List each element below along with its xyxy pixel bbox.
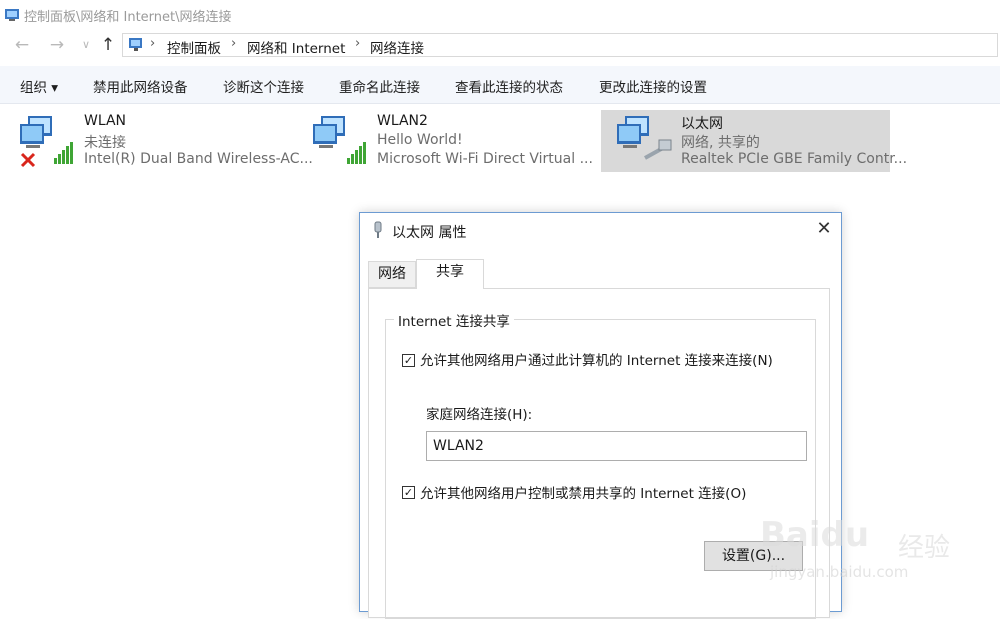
up-arrow-icon[interactable]: ↑ bbox=[96, 33, 120, 57]
command-bar: 组织 ▾ 禁用此网络设备 诊断这个连接 重命名此连接 查看此连接的状态 更改此连… bbox=[0, 66, 1000, 104]
ethernet-plug-icon bbox=[374, 221, 382, 238]
allow-control-checkbox[interactable]: ✓ bbox=[402, 486, 415, 499]
breadcrumb-separator: › bbox=[150, 36, 156, 51]
rename-button[interactable]: 重命名此连接 bbox=[339, 76, 420, 96]
connection-device: Realtek PCIe GBE Family Contr... bbox=[681, 151, 908, 167]
home-network-label: 家庭网络连接(H): bbox=[426, 407, 533, 423]
window-title-bar: 控制面板\网络和 Internet\网络连接 bbox=[0, 0, 1000, 30]
connection-name: WLAN2 bbox=[377, 113, 428, 129]
connection-status: Hello World! bbox=[377, 132, 463, 148]
watermark-brand-cn: 经验 bbox=[898, 533, 951, 563]
close-icon[interactable]: ✕ bbox=[812, 217, 836, 241]
navigation-bar: ← → ∨ ↑ › 控制面板 › 网络和 Internet › 网络连接 bbox=[0, 31, 1000, 61]
diagnose-button[interactable]: 诊断这个连接 bbox=[223, 76, 304, 96]
breadcrumb-network-internet[interactable]: 网络和 Internet bbox=[247, 37, 345, 57]
network-folder-icon bbox=[129, 38, 142, 51]
connection-tile-wlan[interactable]: WLAN 未连接 Intel(R) Dual Band Wireless-AC.… bbox=[4, 110, 313, 172]
group-label: Internet 连接共享 bbox=[394, 310, 514, 330]
watermark-brand: Baidu bbox=[760, 515, 870, 555]
breadcrumb-control-panel[interactable]: 控制面板 bbox=[167, 37, 221, 57]
change-settings-button[interactable]: 更改此连接的设置 bbox=[599, 76, 707, 96]
address-bar[interactable]: › 控制面板 › 网络和 Internet › 网络连接 bbox=[122, 33, 998, 57]
breadcrumb-network-connections[interactable]: 网络连接 bbox=[370, 37, 424, 57]
watermark-url: jingyan.baidu.com bbox=[770, 563, 909, 581]
tab-network[interactable]: 网络 bbox=[368, 261, 416, 288]
home-network-select[interactable]: WLAN2 bbox=[426, 431, 807, 461]
connection-device: Microsoft Wi-Fi Direct Virtual ... bbox=[377, 151, 593, 167]
ethernet-network-icon bbox=[617, 116, 672, 160]
view-status-button[interactable]: 查看此连接的状态 bbox=[455, 76, 563, 96]
allow-control-label[interactable]: 允许其他网络用户控制或禁用共享的 Internet 连接(O) bbox=[420, 482, 746, 502]
connection-name: WLAN bbox=[84, 113, 127, 129]
allow-share-checkbox[interactable]: ✓ bbox=[402, 354, 415, 367]
organize-menu[interactable]: 组织 ▾ bbox=[20, 76, 58, 96]
window-title: 控制面板\网络和 Internet\网络连接 bbox=[24, 10, 232, 25]
disable-device-button[interactable]: 禁用此网络设备 bbox=[93, 76, 188, 96]
dialog-title: 以太网 属性 bbox=[392, 225, 467, 241]
connection-name: 以太网 bbox=[681, 116, 723, 132]
control-panel-icon bbox=[5, 9, 19, 21]
back-arrow-icon[interactable]: ← bbox=[10, 33, 34, 57]
disconnected-x-icon bbox=[20, 152, 36, 168]
allow-share-label[interactable]: 允许其他网络用户通过此计算机的 Internet 连接来连接(N) bbox=[420, 349, 773, 369]
chevron-down-icon[interactable]: ∨ bbox=[74, 33, 98, 57]
connection-status: 网络, 共享的 bbox=[681, 135, 760, 151]
forward-arrow-icon[interactable]: → bbox=[45, 33, 69, 57]
connection-tile-wlan2[interactable]: WLAN2 Hello World! Microsoft Wi-Fi Direc… bbox=[297, 110, 593, 172]
connection-tile-ethernet[interactable]: 以太网 网络, 共享的 Realtek PCIe GBE Family Cont… bbox=[601, 110, 907, 172]
tab-sharing[interactable]: 共享 bbox=[416, 259, 484, 289]
connection-device: Intel(R) Dual Band Wireless-AC... bbox=[84, 151, 313, 167]
baidu-watermark: Baidu 经验 jingyan.baidu.com bbox=[760, 505, 960, 585]
breadcrumb-separator: › bbox=[355, 36, 361, 51]
breadcrumb-separator: › bbox=[231, 36, 237, 51]
wireless-network-icon bbox=[313, 116, 366, 164]
connection-status: 未连接 bbox=[84, 135, 126, 151]
